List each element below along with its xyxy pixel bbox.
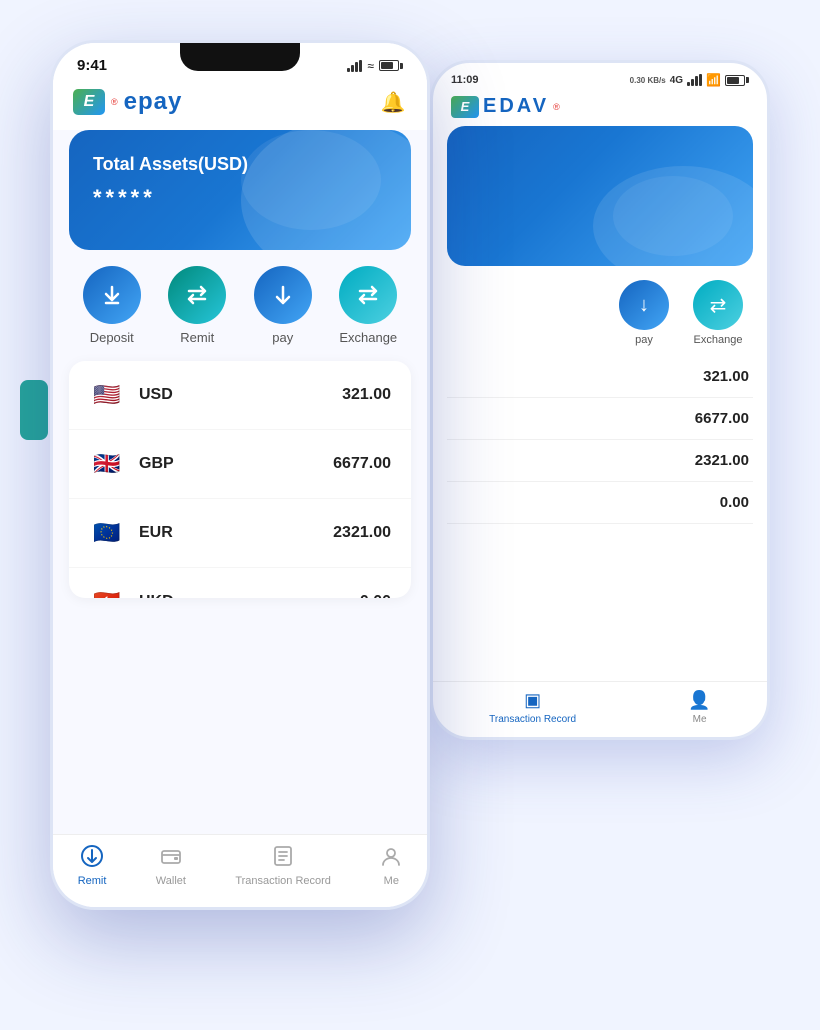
- gbp-name: GBP: [139, 455, 333, 473]
- back-nav-me[interactable]: 👤 Me: [688, 690, 710, 725]
- nav-wallet[interactable]: Wallet: [156, 845, 186, 887]
- back-transaction-label: Transaction Record: [489, 714, 576, 725]
- battery-icon: [725, 75, 749, 86]
- back-exchange-icon: ⇄: [693, 280, 743, 330]
- epay-brand-text: epay: [124, 88, 183, 116]
- nav-me-icon: [380, 845, 402, 871]
- quick-actions: Deposit Remit pay: [53, 266, 427, 361]
- remit-label: Remit: [180, 330, 214, 345]
- back-time: 11:09: [451, 74, 479, 86]
- back-currency-row-1[interactable]: 6677.00: [447, 398, 753, 440]
- back-data-speed: 0.30 KB/s: [630, 76, 666, 85]
- nav-transaction[interactable]: Transaction Record: [235, 845, 331, 887]
- back-amount-0: 321.00: [703, 368, 749, 385]
- back-currency-row-0[interactable]: 321.00: [447, 356, 753, 398]
- epay-logo: E ® epay: [73, 88, 182, 116]
- action-deposit[interactable]: Deposit: [83, 266, 141, 345]
- nav-transaction-label: Transaction Record: [235, 875, 331, 887]
- currency-row-eur[interactable]: 🇪🇺 EUR 2321.00: [69, 499, 411, 568]
- card-wave-2: [613, 176, 733, 256]
- exchange-icon: [339, 266, 397, 324]
- back-status-bar: 11:09 0.30 KB/s 4G 📶: [433, 63, 767, 91]
- side-pill: [20, 380, 48, 440]
- edav-brand-text: EDAV: [483, 95, 549, 118]
- back-currency-row-2[interactable]: 2321.00: [447, 440, 753, 482]
- hkd-flag-icon: 🇭🇰: [89, 584, 125, 598]
- phone-front: 9:41 ≈ E ®: [50, 40, 430, 910]
- eur-flag-icon: 🇪🇺: [89, 515, 125, 551]
- back-network: 4G: [670, 75, 683, 86]
- back-exchange-label: Exchange: [694, 334, 743, 346]
- pay-icon: [254, 266, 312, 324]
- deposit-icon: [83, 266, 141, 324]
- back-header: E EDAV ®: [433, 91, 767, 126]
- nav-transaction-icon: [272, 845, 294, 871]
- back-bottom-nav: ▣ Transaction Record 👤 Me: [433, 681, 767, 737]
- bell-icon[interactable]: 🔔: [379, 88, 407, 116]
- back-action-exchange[interactable]: ⇄ Exchange: [693, 280, 743, 346]
- eur-amount: 2321.00: [333, 524, 391, 542]
- exchange-label: Exchange: [339, 330, 397, 345]
- back-status-right: 0.30 KB/s 4G 📶: [630, 73, 749, 87]
- front-status-icons: ≈: [347, 59, 403, 73]
- nav-remit-icon: [81, 845, 103, 871]
- currency-row-gbp[interactable]: 🇬🇧 GBP 6677.00: [69, 430, 411, 499]
- front-time: 9:41: [77, 57, 107, 74]
- signal-icon: [687, 74, 702, 86]
- nav-remit-label: Remit: [78, 875, 107, 887]
- notch: [180, 43, 300, 71]
- back-amount-2: 2321.00: [695, 452, 749, 469]
- back-me-label: Me: [693, 714, 707, 725]
- epay-registered-mark: ®: [111, 97, 118, 107]
- currency-row-hkd[interactable]: 🇭🇰 HKD 0.00: [69, 568, 411, 598]
- phone-back: 11:09 0.30 KB/s 4G 📶: [430, 60, 770, 740]
- back-action-pay[interactable]: ↓ pay: [619, 280, 669, 346]
- action-pay[interactable]: pay: [254, 266, 312, 345]
- currency-list: 🇺🇸 USD 321.00 🇬🇧 GBP 6677.00 🇪🇺 EUR 2321…: [69, 361, 411, 598]
- nav-remit[interactable]: Remit: [78, 845, 107, 887]
- edav-registered: ®: [553, 102, 560, 112]
- wifi-icon: 📶: [706, 73, 721, 87]
- currency-row-usd[interactable]: 🇺🇸 USD 321.00: [69, 361, 411, 430]
- back-me-icon: 👤: [688, 690, 710, 711]
- gbp-amount: 6677.00: [333, 455, 391, 473]
- asset-card: Total Assets(USD) *****: [69, 130, 411, 250]
- front-signal-icon: [347, 60, 362, 72]
- nav-wallet-label: Wallet: [156, 875, 186, 887]
- bottom-nav: Remit Wallet: [53, 834, 427, 907]
- back-nav-transaction[interactable]: ▣ Transaction Record: [489, 690, 576, 725]
- pay-label: pay: [272, 330, 293, 345]
- deposit-label: Deposit: [90, 330, 134, 345]
- remit-icon: [168, 266, 226, 324]
- back-card: [447, 126, 753, 266]
- edav-logo-icon: E: [451, 96, 479, 118]
- action-remit[interactable]: Remit: [168, 266, 226, 345]
- usd-name: USD: [139, 386, 342, 404]
- usd-flag-icon: 🇺🇸: [89, 377, 125, 413]
- eur-name: EUR: [139, 524, 333, 542]
- back-currency-list: 321.00 6677.00 2321.00 0.00: [433, 356, 767, 681]
- back-amount-1: 6677.00: [695, 410, 749, 427]
- nav-me[interactable]: Me: [380, 845, 402, 887]
- back-actions: ↓ pay ⇄ Exchange: [433, 276, 767, 356]
- action-exchange[interactable]: Exchange: [339, 266, 397, 345]
- front-battery-icon: [379, 60, 403, 71]
- back-pay-icon: ↓: [619, 280, 669, 330]
- gbp-flag-icon: 🇬🇧: [89, 446, 125, 482]
- asset-wave-2: [241, 130, 381, 230]
- epay-logo-icon: E: [73, 89, 105, 115]
- back-currency-row-3[interactable]: 0.00: [447, 482, 753, 524]
- front-wifi-icon: ≈: [367, 59, 374, 73]
- back-amount-3: 0.00: [720, 494, 749, 511]
- front-header: E ® epay 🔔: [53, 78, 427, 130]
- nav-wallet-icon: [160, 845, 182, 871]
- edav-logo: E EDAV ®: [451, 95, 560, 118]
- usd-amount: 321.00: [342, 386, 391, 404]
- scene: 11:09 0.30 KB/s 4G 📶: [0, 0, 820, 1030]
- back-pay-label: pay: [635, 334, 653, 346]
- back-transaction-icon: ▣: [524, 690, 541, 711]
- nav-me-label: Me: [384, 875, 399, 887]
